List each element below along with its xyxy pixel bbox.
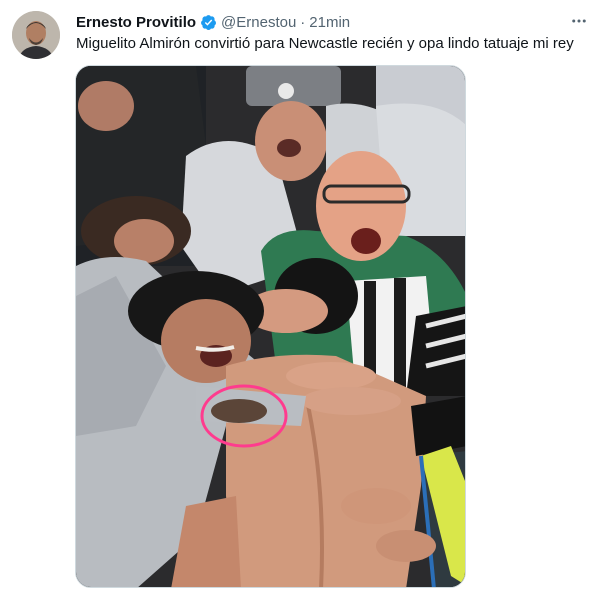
- tweet-header: Ernesto Provitilo @Ernestou · 21min: [76, 12, 584, 32]
- author-avatar[interactable]: [12, 11, 60, 59]
- avatar-image: [12, 11, 60, 59]
- author-name[interactable]: Ernesto Provitilo: [76, 14, 196, 31]
- tweet-text: Miguelito Almirón convirtió para Newcast…: [76, 35, 574, 52]
- author-handle[interactable]: @Ernestou: [221, 14, 296, 31]
- celebration-photo: [76, 66, 465, 587]
- tweet-timestamp[interactable]: 21min: [309, 14, 350, 31]
- separator-dot: ·: [300, 13, 306, 31]
- verified-badge-icon: [200, 14, 217, 31]
- tweet-photo[interactable]: [75, 65, 466, 588]
- more-options-icon[interactable]: [568, 10, 590, 32]
